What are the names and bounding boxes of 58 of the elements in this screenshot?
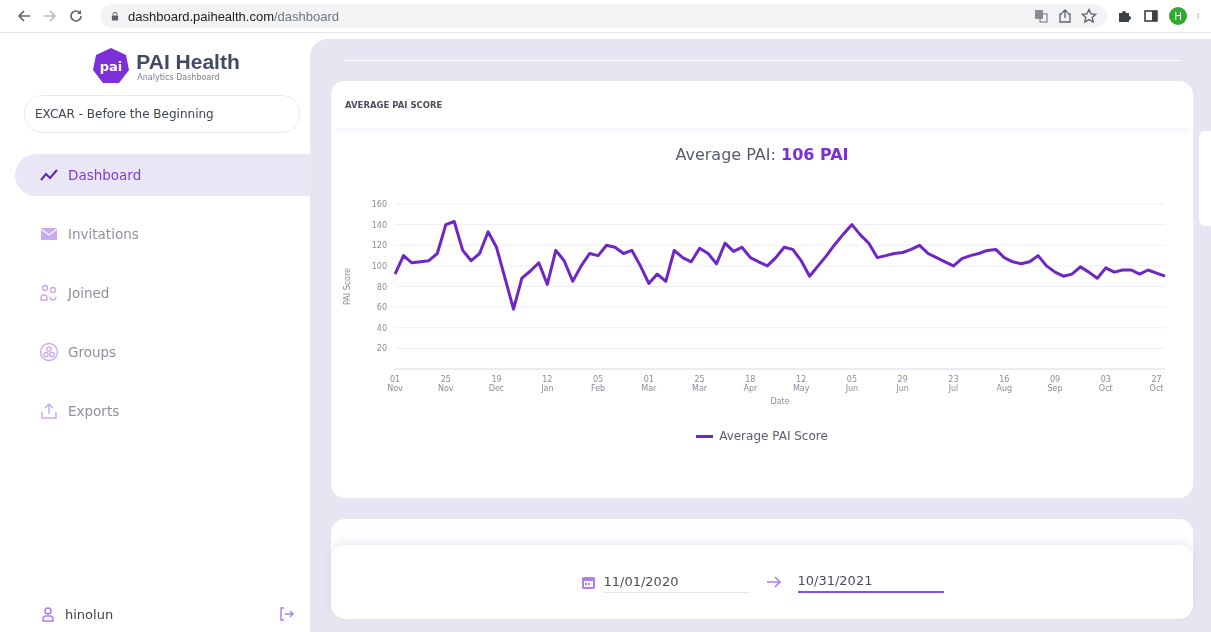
- program-selector[interactable]: EXCAR - Before the Beginning: [24, 95, 300, 133]
- calendar-icon[interactable]: [580, 574, 596, 590]
- arrow-icon: [765, 575, 782, 589]
- card-title: AVERAGE PAI SCORE: [345, 99, 443, 110]
- url-text: dashboard.paihealth.com/dashboard: [128, 8, 341, 24]
- y-tick-label: 80: [376, 282, 387, 292]
- nav-item[interactable]: Dashboard: [15, 154, 310, 196]
- x-tick-label: 12 May: [792, 375, 810, 393]
- x-tick-label: 12 Jan: [541, 375, 554, 393]
- x-tick-label: 23 Jul: [948, 375, 959, 393]
- back-icon[interactable]: [16, 8, 32, 24]
- x-tick-label: 25 Nov: [437, 375, 454, 393]
- groups-icon: [39, 342, 59, 362]
- x-tick-label: 27 Oct: [1149, 375, 1164, 393]
- y-tick-label: 40: [376, 323, 387, 333]
- user-name: hinolun: [65, 606, 115, 622]
- logo-badge: pai: [92, 47, 131, 85]
- brand-name: PAI Health: [136, 50, 240, 73]
- x-tick-label: 18 Apr: [743, 375, 758, 393]
- y-tick-label: 120: [371, 241, 387, 251]
- people-icon: [39, 283, 59, 303]
- reload-icon[interactable]: [68, 8, 84, 24]
- x-tick-label: 09 Sep: [1047, 375, 1063, 393]
- x-tick-label: 05 Feb: [591, 375, 606, 393]
- nav-item[interactable]: Joined: [15, 272, 310, 314]
- y-tick-label: 20: [376, 344, 387, 354]
- x-tick-label: 16 Aug: [996, 375, 1013, 393]
- brand-subtitle: Analytics Dashboard: [137, 72, 221, 82]
- y-tick-label: 60: [376, 303, 387, 313]
- x-axis-title: Date: [770, 397, 790, 406]
- x-tick-label: 01 Mar: [641, 375, 657, 393]
- x-tick-label: 03 Oct: [1098, 375, 1113, 393]
- nav-item[interactable]: Exports: [15, 390, 310, 432]
- x-tick-label: 29 Jun: [896, 375, 909, 393]
- upload-icon: [39, 401, 59, 421]
- nav-item[interactable]: Groups: [15, 331, 310, 373]
- x-tick-label: 01 Nov: [387, 375, 403, 393]
- nav-item[interactable]: Invitations: [15, 213, 310, 255]
- x-tick-label: 05 Jun: [845, 375, 859, 393]
- sidebar-icon[interactable]: [1143, 8, 1159, 24]
- translate-icon[interactable]: [1033, 8, 1049, 24]
- y-axis-title: PAI Score: [343, 267, 352, 306]
- average-summary: Average PAI: 106 PAI: [674, 145, 850, 164]
- legend-label: Average PAI Score: [719, 429, 828, 443]
- star-icon[interactable]: [1081, 8, 1097, 24]
- address-bar[interactable]: dashboard.paihealth.com/dashboard: [100, 4, 1107, 28]
- x-tick-label: 25 Mar: [692, 375, 708, 393]
- y-tick-label: 160: [371, 200, 387, 209]
- logout-icon[interactable]: [278, 606, 294, 622]
- puzzle-icon[interactable]: [1117, 8, 1133, 24]
- share-icon[interactable]: [1057, 8, 1073, 24]
- start-date-field[interactable]: 11/01/2020: [603, 571, 750, 593]
- y-tick-label: 140: [371, 220, 387, 230]
- user-icon: [40, 606, 56, 622]
- x-tick-label: 19 Dec: [488, 375, 505, 393]
- profile-avatar[interactable]: H: [1169, 7, 1187, 25]
- end-date-field[interactable]: 10/31/2021: [797, 571, 944, 593]
- y-tick-label: 100: [371, 261, 387, 271]
